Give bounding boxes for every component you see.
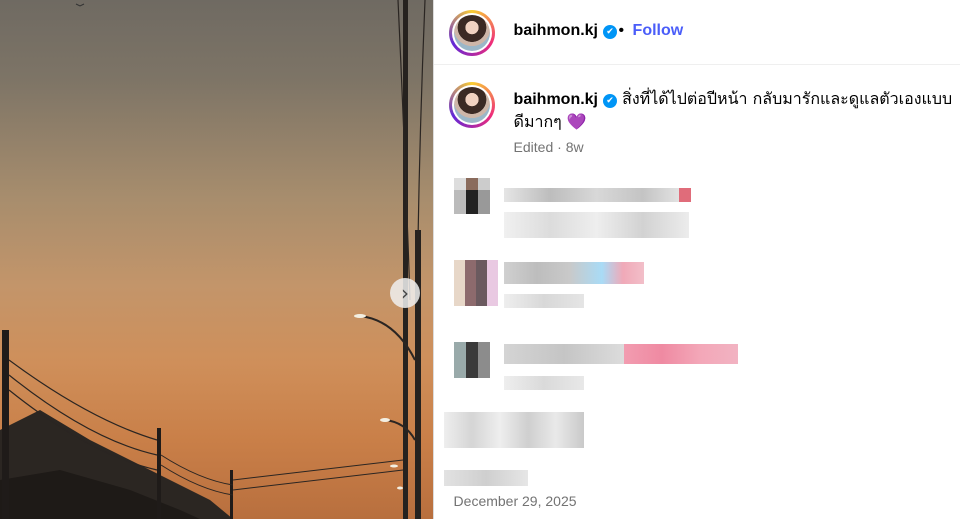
verified-badge-icon: ✔ bbox=[603, 25, 617, 39]
comment-avatar bbox=[453, 260, 498, 306]
post-viewer: › baihmon.kj ✔ • Follow baihmon.kj ✔ สิ่งท… bbox=[0, 0, 960, 519]
caption: baihmon.kj ✔ สิ่งที่ได้ไปต่อปีหน้า กลับมา… bbox=[514, 88, 954, 133]
separator-dot: • bbox=[618, 22, 625, 39]
caption-username[interactable]: baihmon.kj bbox=[514, 91, 598, 108]
post-details-panel: baihmon.kj ✔ • Follow baihmon.kj ✔ สิ่งที่… bbox=[432, 0, 960, 519]
post-photo: › bbox=[0, 0, 433, 519]
verified-badge-icon: ✔ bbox=[603, 94, 617, 108]
post-header: baihmon.kj ✔ • Follow bbox=[433, 0, 960, 65]
time-ago[interactable]: 8w bbox=[566, 139, 584, 155]
chevron-right-icon: › bbox=[401, 281, 409, 305]
username-link[interactable]: baihmon.kj ✔ bbox=[514, 22, 617, 40]
follow-button[interactable]: Follow bbox=[633, 22, 684, 40]
sunset-scene bbox=[0, 0, 426, 519]
comment-avatar bbox=[453, 342, 490, 378]
username-text[interactable]: baihmon.kj bbox=[514, 22, 598, 39]
next-slide-button[interactable]: › bbox=[390, 278, 420, 308]
caption-meta: Edited · 8w bbox=[513, 139, 584, 155]
post-date: December 29, 2025 bbox=[453, 493, 577, 509]
edited-label: Edited bbox=[513, 139, 554, 155]
caption-avatar[interactable] bbox=[448, 82, 495, 128]
avatar[interactable] bbox=[448, 10, 495, 56]
censored-comments bbox=[434, 170, 960, 490]
